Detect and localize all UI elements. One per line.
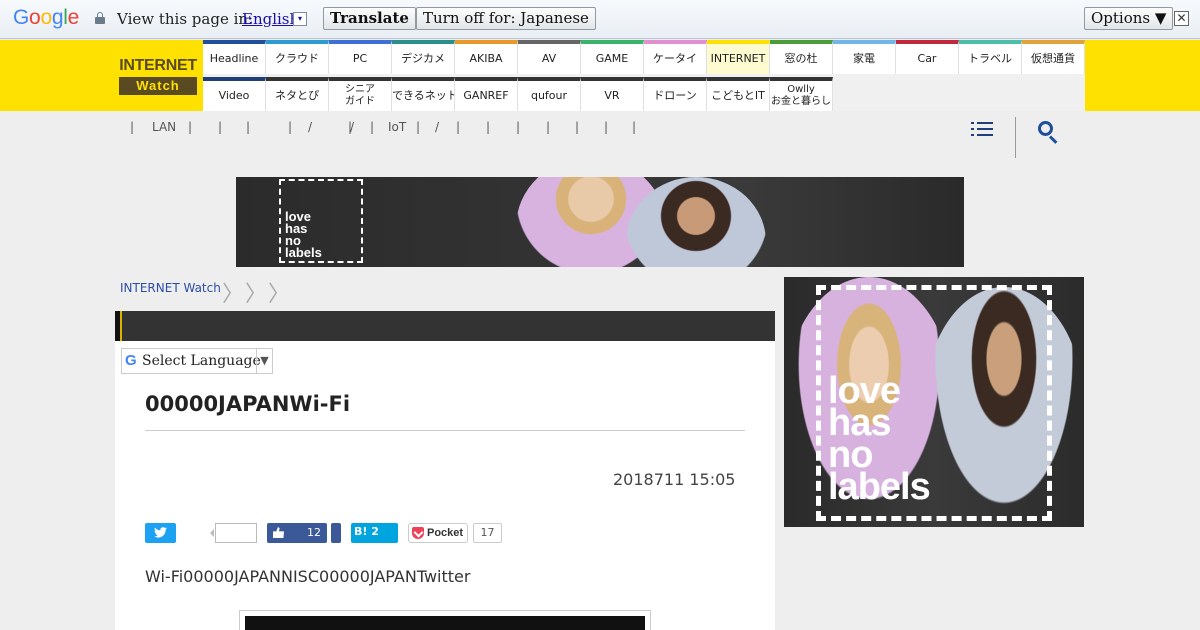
logo-line1: INTERNET (119, 57, 197, 74)
breadcrumb-separator: 〉 (245, 282, 268, 307)
nav-item-row2-0[interactable]: Video (203, 77, 266, 111)
article-header-bar (115, 311, 775, 341)
ad-text: love has no labels (285, 209, 322, 260)
translate-bar: Google View this page in: English ▾ Tran… (0, 0, 1200, 39)
nav-item-row1-13[interactable]: 仮想通貨 (1022, 40, 1085, 74)
nav-item-row2-4[interactable]: GANREF (455, 77, 518, 111)
subnav-separator: | (604, 120, 609, 134)
breadcrumb-separator: 〉 (268, 282, 291, 307)
article-title: 00000JAPANWi-Fi (145, 392, 351, 416)
side-ad[interactable]: love has no labels (784, 277, 1084, 527)
nav-row-2: Video ネタとぴ シニア ガイド できるネット GANREF qufour VR ドローンこ… (203, 77, 833, 111)
subnav-separator: | (456, 120, 461, 134)
twitter-icon (154, 527, 167, 538)
nav-item-row2-7[interactable]: ドローン (644, 77, 707, 111)
close-icon[interactable]: ✕ (1174, 11, 1189, 26)
pocket-label: Pocket (427, 527, 464, 539)
nav-item-row2-3[interactable]: できるネット (392, 77, 455, 111)
nav-item-row1-3[interactable]: デジカメ (392, 40, 455, 74)
subnav-item[interactable]: IoT (388, 120, 406, 134)
subnav-separator: | (370, 120, 375, 134)
subnav-separator: | (218, 120, 223, 134)
article: G Select Language ▼ 00000JAPANWi-Fi 2018… (115, 311, 775, 630)
chevron-down-icon: ▼ (256, 349, 272, 373)
nav-row-1: Headline クラウド PC デジカメ AKIBA AV GAME ケータイ INTERNE… (203, 40, 1085, 74)
nav-item-row2-8[interactable]: こどもとIT (707, 77, 770, 111)
view-page-label: View this page in: (117, 10, 254, 28)
nav-item-row1-6[interactable]: GAME (581, 40, 644, 74)
select-language-label: Select Language (142, 353, 261, 369)
menu-icon[interactable] (971, 121, 993, 139)
ad-text: love has no labels (828, 370, 931, 508)
twitter-share-button[interactable] (145, 523, 176, 543)
nav-item-row2-9[interactable]: Owlly お金と暮らし (770, 77, 833, 111)
search-icon[interactable] (1038, 121, 1060, 144)
turn-off-button[interactable]: Turn off for: Japanese (416, 7, 596, 30)
subnav-item[interactable]: LAN (152, 120, 176, 134)
nav-item-row1-2[interactable]: PC (329, 40, 392, 74)
pocket-icon (412, 527, 424, 539)
divider (145, 430, 745, 431)
language-link[interactable]: English (242, 10, 299, 28)
subnav-separator: | (516, 120, 521, 134)
subnav-separator: | (486, 120, 491, 134)
subnav-separator: | (632, 120, 637, 134)
language-dropdown-icon[interactable]: ▾ (293, 12, 307, 26)
facebook-like-button[interactable]: 12 (267, 523, 327, 543)
translate-button[interactable]: Translate (323, 7, 416, 30)
nav-item-row2-5[interactable]: qufour (518, 77, 581, 111)
nav-item-row1-11[interactable]: Car (896, 40, 959, 74)
nav-item-row1-0[interactable]: Headline (203, 40, 266, 74)
divider (1015, 117, 1016, 158)
facebook-count: 12 (307, 526, 321, 539)
subnav-separator: | (416, 120, 421, 134)
options-button[interactable]: Options ▼ (1084, 7, 1174, 30)
thumbs-up-icon (273, 527, 284, 538)
nav-item-row1-5[interactable]: AV (518, 40, 581, 74)
article-image[interactable] (239, 610, 651, 630)
site-logo[interactable]: INTERNET Watch (119, 57, 197, 97)
nav-item-row1-12[interactable]: トラベル (959, 40, 1022, 74)
nav-item-row2-6[interactable]: VR (581, 77, 644, 111)
ad-logo-box: love has no labels (279, 179, 363, 263)
google-logo: Google (13, 6, 79, 29)
subnav-separator: | (130, 120, 135, 134)
breadcrumb-separator: 〉 (222, 282, 245, 307)
site-nav: Headline クラウド PC デジカメ AKIBA AV GAME ケータイ INTERNE… (203, 40, 1085, 111)
article-date: 2018711 15:05 (613, 470, 736, 489)
nav-item-row1-8[interactable]: INTERNET (707, 40, 770, 74)
subnav-separator: | (188, 120, 193, 134)
subnav-item[interactable]: / (435, 120, 439, 134)
nav-item-row1-7[interactable]: ケータイ (644, 40, 707, 74)
google-g-icon: G (125, 352, 137, 369)
nav-item-row1-9[interactable]: 窓の杜 (770, 40, 833, 74)
subnav-separator: | (246, 120, 251, 134)
subnav-separator: | (288, 120, 293, 134)
pocket-count: 17 (473, 523, 502, 543)
logo-line2: Watch (119, 77, 197, 95)
article-lead: Wi-Fi00000JAPANNISC00000JAPANTwitter (145, 567, 471, 586)
nav-item-row1-10[interactable]: 家電 (833, 40, 896, 74)
banner-ad[interactable]: love has no labels (236, 177, 964, 267)
subnav-separator: | (575, 120, 580, 134)
nav-item-row2-2[interactable]: シニア ガイド (329, 77, 392, 111)
subnav-item[interactable]: / (350, 120, 354, 134)
hatena-bookmark-button[interactable]: B! 2 (351, 523, 398, 543)
select-language-dropdown[interactable]: G Select Language ▼ (121, 348, 273, 374)
share-count-box (210, 523, 257, 543)
nav-item-row2-1[interactable]: ネタとぴ (266, 77, 329, 111)
subnav-item[interactable]: / (308, 120, 312, 134)
nav-item-row1-1[interactable]: クラウド (266, 40, 329, 74)
breadcrumb-home[interactable]: INTERNET Watch (120, 281, 221, 295)
lock-icon (95, 12, 105, 24)
nav-item-row1-4[interactable]: AKIBA (455, 40, 518, 74)
pocket-button[interactable]: Pocket (408, 523, 468, 543)
subnav-separator: | (546, 120, 551, 134)
facebook-share-button[interactable] (331, 523, 341, 543)
